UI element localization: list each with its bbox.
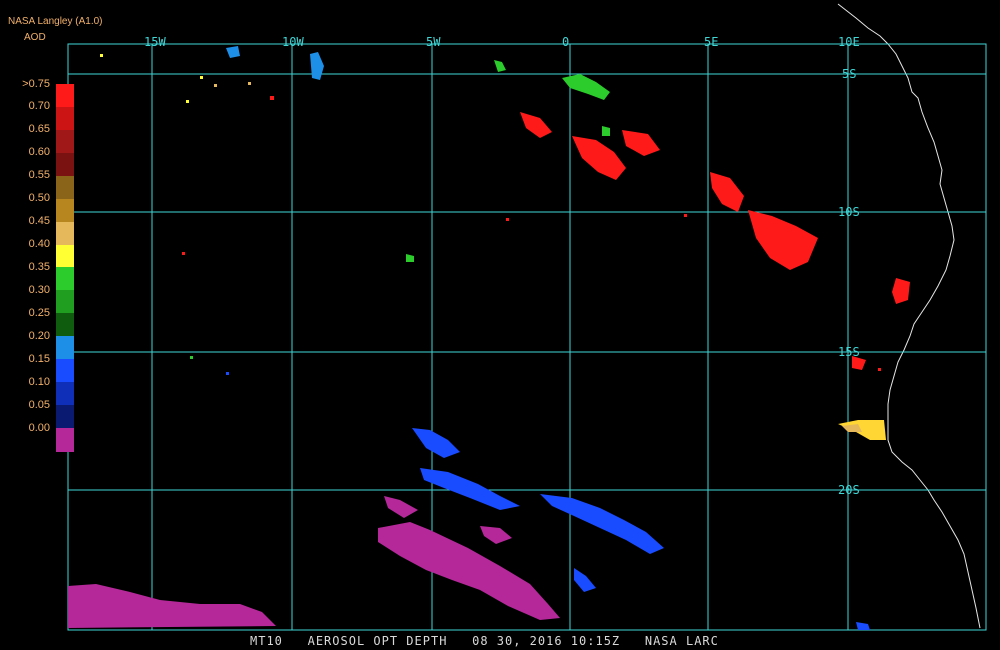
lon-label-5e: 5E (704, 35, 718, 49)
scale-label: 0.25 (28, 307, 50, 319)
aod-green-patches (406, 60, 610, 262)
scale-swatch (56, 106, 74, 131)
lon-label-5w: 5W (426, 35, 441, 49)
scale-label: 0.05 (28, 399, 50, 411)
lat-label-10s: 10S (838, 205, 860, 219)
scale-label: 0.30 (28, 284, 50, 296)
scale-swatch (56, 198, 74, 223)
scale-swatch (56, 313, 74, 338)
scale-swatch (56, 84, 74, 108)
scale-label: 0.45 (28, 215, 50, 227)
graticule (67, 43, 987, 631)
lat-label-15s: 15S (838, 345, 860, 359)
scale-label: 0.50 (28, 192, 50, 204)
data-source: NASA LARC (644, 634, 719, 648)
aod-red-patches (520, 112, 910, 370)
scale-label: 0.35 (28, 261, 50, 273)
color-scale-legend: >0.75 0.70 0.65 0.60 0.55 0.50 0.45 0.40… (0, 78, 80, 452)
scale-label: 0.65 (28, 123, 50, 135)
scale-swatch (56, 359, 74, 384)
scale-label: 0.40 (28, 238, 50, 250)
scale-swatch (56, 129, 74, 154)
scale-swatch (56, 152, 74, 177)
aod-yellow-patch (838, 420, 886, 440)
observation-datetime: 08 30, 2016 10:15Z (472, 634, 621, 648)
coastline (837, 3, 981, 629)
aod-unit-label: AOD (24, 32, 46, 43)
scale-swatch (56, 290, 74, 315)
product-footer: MT10 AEROSOL OPT DEPTH 08 30, 2016 10:15… (250, 634, 719, 648)
scale-label: 0.55 (28, 169, 50, 181)
scale-swatch (56, 221, 74, 246)
scale-label: 0.20 (28, 330, 50, 342)
scale-swatch (56, 267, 74, 292)
scale-label: 0.15 (28, 353, 50, 365)
scale-label: 0.10 (28, 376, 50, 388)
scale-label: >0.75 (22, 78, 50, 90)
product-name: AEROSOL OPT DEPTH (307, 634, 448, 648)
scale-swatch (56, 382, 74, 407)
lon-label-10e: 10E (838, 35, 860, 49)
aod-map: 15W 10W 5W 0 5E 10E 5S 10S 15S 20S (67, 3, 987, 631)
aod-blue-patches (412, 428, 870, 630)
scale-swatch (56, 428, 74, 452)
lat-label-5s: 5S (842, 67, 856, 81)
scale-label: 0.70 (28, 100, 50, 112)
scale-swatch (56, 336, 74, 361)
lat-label-20s: 20S (838, 483, 860, 497)
lon-label-0: 0 (562, 35, 569, 49)
lon-label-15w: 15W (144, 35, 166, 49)
scale-label: 0.60 (28, 146, 50, 158)
scale-swatch (56, 405, 74, 429)
scale-swatch (56, 244, 74, 269)
sensor-name: MT10 (250, 634, 283, 648)
aod-cyan-patches (226, 46, 324, 80)
lon-label-10w: 10W (282, 35, 304, 49)
scale-label: 0.00 (28, 422, 50, 434)
aod-magenta-swaths (68, 496, 560, 628)
scale-swatch (56, 175, 74, 200)
data-credit: NASA Langley (A1.0) (8, 16, 103, 27)
